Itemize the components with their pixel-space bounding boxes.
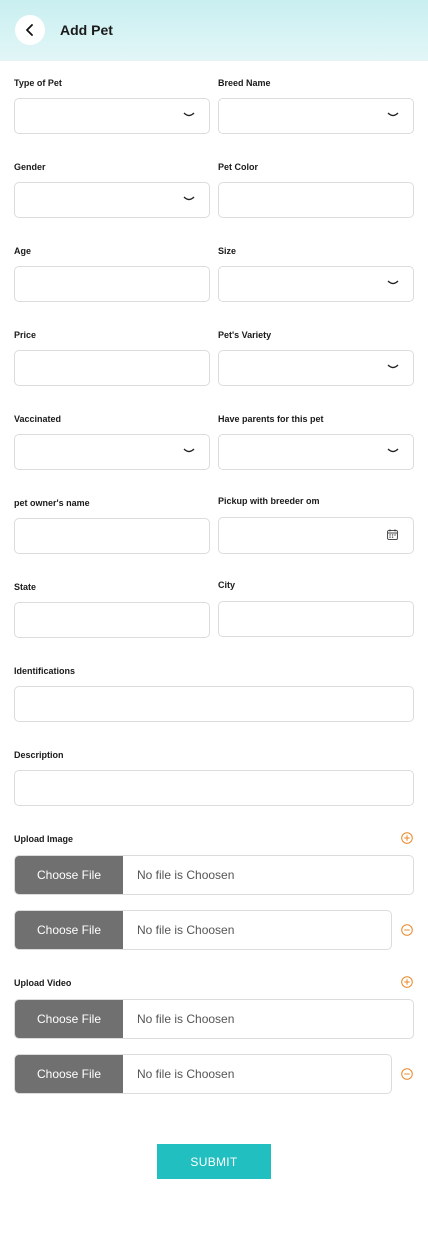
choose-file-button[interactable]: Choose File (15, 1055, 123, 1093)
type-of-pet-select[interactable] (14, 98, 210, 134)
minus-circle-icon[interactable] (401, 924, 413, 936)
file-status-text: No file is Choosen (137, 923, 235, 937)
video-file-input-2[interactable]: Choose File No file is Choosen (14, 1054, 392, 1094)
upload-video-label: Upload Video (14, 978, 72, 988)
file-status-text: No file is Choosen (137, 1067, 235, 1081)
calendar-icon[interactable] (387, 529, 398, 540)
chevron-down-icon (387, 364, 399, 369)
plus-circle-icon[interactable] (401, 832, 413, 844)
pickup-date-input[interactable] (218, 517, 414, 554)
description-input[interactable] (14, 770, 414, 806)
pet-color-label: Pet Color (218, 162, 259, 172)
pet-color-input[interactable] (218, 182, 414, 218)
size-label: Size (218, 246, 237, 256)
vaccinated-label: Vaccinated (14, 414, 62, 424)
plus-circle-icon[interactable] (401, 976, 413, 988)
have-parents-select[interactable] (218, 434, 414, 470)
identifications-input[interactable] (14, 686, 414, 722)
chevron-down-icon (387, 448, 399, 453)
age-label: Age (14, 246, 32, 256)
breed-name-label: Breed Name (218, 78, 271, 88)
identifications-label: Identifications (14, 666, 76, 676)
minus-circle-icon[interactable] (401, 1068, 413, 1080)
pickup-label: Pickup with breeder om (218, 496, 320, 506)
chevron-down-icon (387, 280, 399, 285)
page-title: Add Pet (60, 22, 113, 38)
breed-name-select[interactable] (218, 98, 414, 134)
chevron-left-icon (26, 24, 33, 36)
file-status-text: No file is Choosen (137, 1012, 235, 1026)
pet-variety-label: Pet's Variety (218, 330, 272, 340)
image-file-input-2[interactable]: Choose File No file is Choosen (14, 910, 392, 950)
back-button[interactable] (15, 15, 45, 45)
chevron-down-icon (183, 448, 195, 453)
choose-file-button[interactable]: Choose File (15, 1000, 123, 1038)
price-label: Price (14, 330, 37, 340)
vaccinated-select[interactable] (14, 434, 210, 470)
file-status-text: No file is Choosen (137, 868, 235, 882)
image-file-input-1[interactable]: Choose File No file is Choosen (14, 855, 414, 895)
description-label: Description (14, 750, 64, 760)
video-file-input-1[interactable]: Choose File No file is Choosen (14, 999, 414, 1039)
type-of-pet-label: Type of Pet (14, 78, 62, 88)
city-label: City (218, 580, 236, 590)
state-label: State (14, 582, 37, 592)
pet-variety-select[interactable] (218, 350, 414, 386)
chevron-down-icon (387, 112, 399, 117)
gender-label: Gender (14, 162, 46, 172)
gender-select[interactable] (14, 182, 210, 218)
header: Add Pet (0, 0, 428, 61)
city-input[interactable] (218, 601, 414, 637)
owner-name-input[interactable] (14, 518, 210, 554)
age-input[interactable] (14, 266, 210, 302)
choose-file-button[interactable]: Choose File (15, 856, 123, 894)
chevron-down-icon (183, 196, 195, 201)
state-input[interactable] (14, 602, 210, 638)
submit-button[interactable]: SUBMIT (157, 1144, 271, 1179)
chevron-down-icon (183, 112, 195, 117)
choose-file-button[interactable]: Choose File (15, 911, 123, 949)
price-input[interactable] (14, 350, 210, 386)
have-parents-label: Have parents for this pet (218, 414, 324, 424)
upload-image-label: Upload Image (14, 834, 74, 844)
size-select[interactable] (218, 266, 414, 302)
owner-name-label: pet owner's name (14, 498, 90, 508)
